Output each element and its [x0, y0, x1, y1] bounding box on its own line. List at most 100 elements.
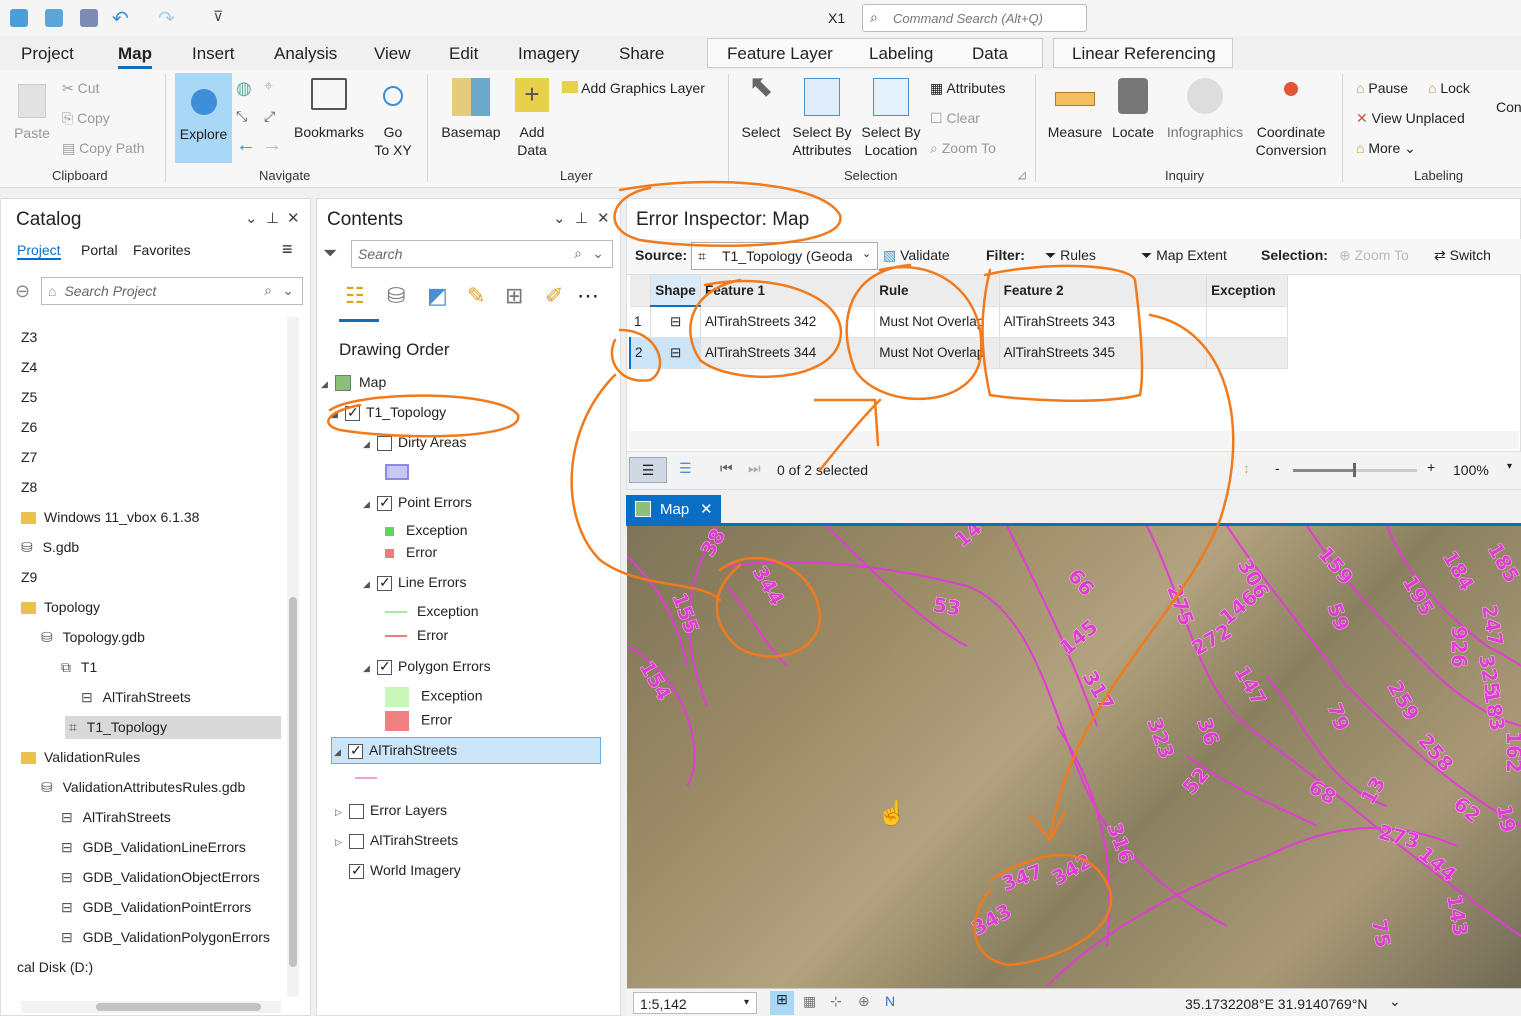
paste-button[interactable]: Paste	[12, 84, 52, 142]
tab-insert[interactable]: Insert	[192, 44, 235, 64]
row-height-icon[interactable]: ↕	[1243, 460, 1250, 476]
source-dropdown[interactable]: ⌗ T1_Topology (Geoda ⌄	[691, 242, 878, 270]
tab-data[interactable]: Data	[972, 44, 1008, 64]
next-record-icon[interactable]: ⏭	[748, 460, 761, 477]
row-number[interactable]: 2	[629, 337, 652, 369]
contents-search-input[interactable]: Search ⌕ ⌄	[351, 240, 613, 268]
coordinate-conversion-button[interactable]: Coordinate Conversion	[1252, 78, 1330, 159]
validate-button[interactable]: ▧ Validate	[883, 247, 950, 264]
command-search-input[interactable]: ⌕ Command Search (Alt+Q)	[862, 4, 1087, 32]
feature1-cell[interactable]: AlTirahStreets 344	[700, 337, 876, 369]
zoom-in-icon[interactable]: +	[1427, 459, 1435, 475]
catalog-item[interactable]: Z3	[21, 329, 37, 345]
open-project-icon[interactable]	[45, 9, 63, 27]
feature2-cell[interactable]: AlTirahStreets 345	[999, 337, 1208, 369]
bookmarks-button[interactable]: Bookmarks	[292, 78, 366, 141]
list-by-selection-icon[interactable]: ◩	[427, 283, 448, 309]
column-header-feature2[interactable]: Feature 2	[999, 275, 1208, 307]
snapping-icon[interactable]: ⊹	[830, 993, 842, 1010]
pause-labels-button[interactable]: ⌂ Pause	[1356, 79, 1408, 97]
list-by-snapping-icon[interactable]: ⊞	[505, 283, 523, 309]
layer-item[interactable]	[385, 463, 421, 481]
lock-labels-button[interactable]: ⌂ Lock	[1428, 79, 1470, 97]
layer-item[interactable]	[355, 769, 387, 785]
visibility-checkbox[interactable]	[377, 574, 392, 591]
close-icon[interactable]: ✕	[287, 209, 300, 227]
infographics-button[interactable]: Infographics	[1162, 78, 1248, 141]
select-by-attributes-button[interactable]: Select By Attributes	[788, 78, 856, 159]
clear-button[interactable]: ☐ Clear	[930, 109, 980, 127]
layer-item[interactable]: Exception	[385, 603, 478, 619]
table-grid-icon[interactable]: ▦	[803, 993, 816, 1010]
tab-imagery[interactable]: Imagery	[518, 44, 579, 64]
visibility-checkbox[interactable]	[349, 862, 364, 879]
visibility-checkbox[interactable]	[349, 833, 364, 849]
pane-options-icon[interactable]: ⌄	[553, 209, 566, 227]
expand-toggle-icon[interactable]: ▷	[335, 807, 349, 818]
catalog-item[interactable]: ⊟ GDB_ValidationLineErrors	[61, 839, 246, 856]
locate-button[interactable]: Locate	[1108, 78, 1158, 141]
feature2-cell[interactable]: AlTirahStreets 343	[999, 306, 1208, 338]
pin-icon[interactable]: ⊥	[266, 209, 279, 227]
catalog-item[interactable]: Z5	[21, 389, 37, 405]
close-icon[interactable]: ✕	[597, 209, 610, 227]
catalog-item[interactable]: Z6	[21, 419, 37, 435]
menu-icon[interactable]: ≡	[282, 239, 293, 260]
tab-map[interactable]: Map	[118, 44, 152, 69]
column-header-exception[interactable]: Exception	[1206, 275, 1288, 307]
catalog-item[interactable]: ⊟ GDB_ValidationPolygonErrors	[61, 929, 270, 946]
chevron-down-icon[interactable]: ⌄	[1389, 993, 1401, 1010]
visibility-checkbox[interactable]	[377, 435, 392, 451]
catalog-item[interactable]: Z8	[21, 479, 37, 495]
expand-toggle-icon[interactable]: ◢	[363, 499, 377, 510]
layer-item[interactable]: Error	[385, 627, 448, 643]
catalog-tab-portal[interactable]: Portal	[81, 242, 118, 258]
catalog-item[interactable]: ⊟ AlTirahStreets	[61, 809, 171, 826]
close-icon[interactable]: ✕	[700, 500, 713, 518]
full-extent-icon[interactable]: ◍	[236, 78, 252, 99]
rule-cell[interactable]: Must Not Overlap	[874, 337, 1000, 369]
expand-toggle-icon[interactable]: ◢	[363, 663, 377, 674]
tab-labeling[interactable]: Labeling	[869, 44, 933, 64]
column-header-feature1[interactable]: Feature 1	[700, 275, 876, 307]
customize-icon[interactable]: ⊽	[213, 8, 223, 25]
tab-linear-referencing[interactable]: Linear Referencing	[1072, 44, 1216, 64]
tab-view[interactable]: View	[374, 44, 411, 64]
list-by-drawing-order-icon[interactable]: ☷	[345, 283, 365, 309]
table-row[interactable]: 1 ⊟ AlTirahStreets 342 Must Not Overlap …	[630, 306, 1288, 338]
attributes-button[interactable]: ▦ Attributes	[930, 79, 1006, 97]
expand-toggle-icon[interactable]: ▷	[335, 837, 349, 848]
row-number[interactable]: 1	[630, 306, 652, 338]
layer-item[interactable]: ▷ AlTirahStreets	[335, 832, 458, 849]
save-project-icon[interactable]	[80, 9, 98, 27]
horizontal-scrollbar[interactable]	[21, 1001, 281, 1013]
column-header-shape[interactable]: Shape	[650, 275, 701, 307]
catalog-item[interactable]: Z9	[21, 569, 37, 585]
forward-icon[interactable]: →	[262, 134, 282, 157]
show-all-records-icon[interactable]: ☰	[629, 457, 667, 483]
layer-item[interactable]: ◢ Dirty Areas	[363, 434, 466, 451]
expand-toggle-icon[interactable]: ◢	[334, 747, 348, 758]
tab-feature-layer[interactable]: Feature Layer	[727, 44, 833, 64]
horizontal-scrollbar[interactable]	[629, 431, 1519, 449]
zoom-to-selection-button[interactable]: ⌕ Zoom To	[930, 139, 996, 157]
new-project-icon[interactable]	[10, 9, 28, 27]
expand-toggle-icon[interactable]: ◢	[363, 439, 377, 450]
layer-item[interactable]: ◢ AlTirahStreets	[331, 737, 601, 764]
catalog-tab-favorites[interactable]: Favorites	[133, 242, 191, 258]
visibility-checkbox[interactable]	[345, 404, 360, 421]
catalog-item[interactable]: ⌗ T1_Topology	[65, 716, 281, 739]
column-header-rule[interactable]: Rule	[874, 275, 1000, 307]
pin-icon[interactable]: ⊥	[575, 209, 588, 227]
undo-icon[interactable]: ↶	[112, 6, 129, 31]
catalog-item[interactable]: ⊟ GDB_ValidationPointErrors	[61, 899, 251, 916]
list-by-labeling-icon[interactable]: ✐	[545, 283, 563, 309]
catalog-item[interactable]: ValidationRules	[21, 749, 140, 765]
layer-item[interactable]: ▷ Error Layers	[335, 802, 447, 819]
visibility-checkbox[interactable]	[348, 742, 363, 759]
more-icon[interactable]: ⋯	[577, 283, 599, 309]
zoom-out-fixed-icon[interactable]: ⤢	[264, 108, 275, 125]
zoom-in-fixed-icon[interactable]: ⤡	[236, 108, 247, 125]
cut-button[interactable]: ✂ Cut	[62, 79, 99, 97]
catalog-item[interactable]: ⛁ ValidationAttributesRules.gdb	[41, 779, 245, 796]
